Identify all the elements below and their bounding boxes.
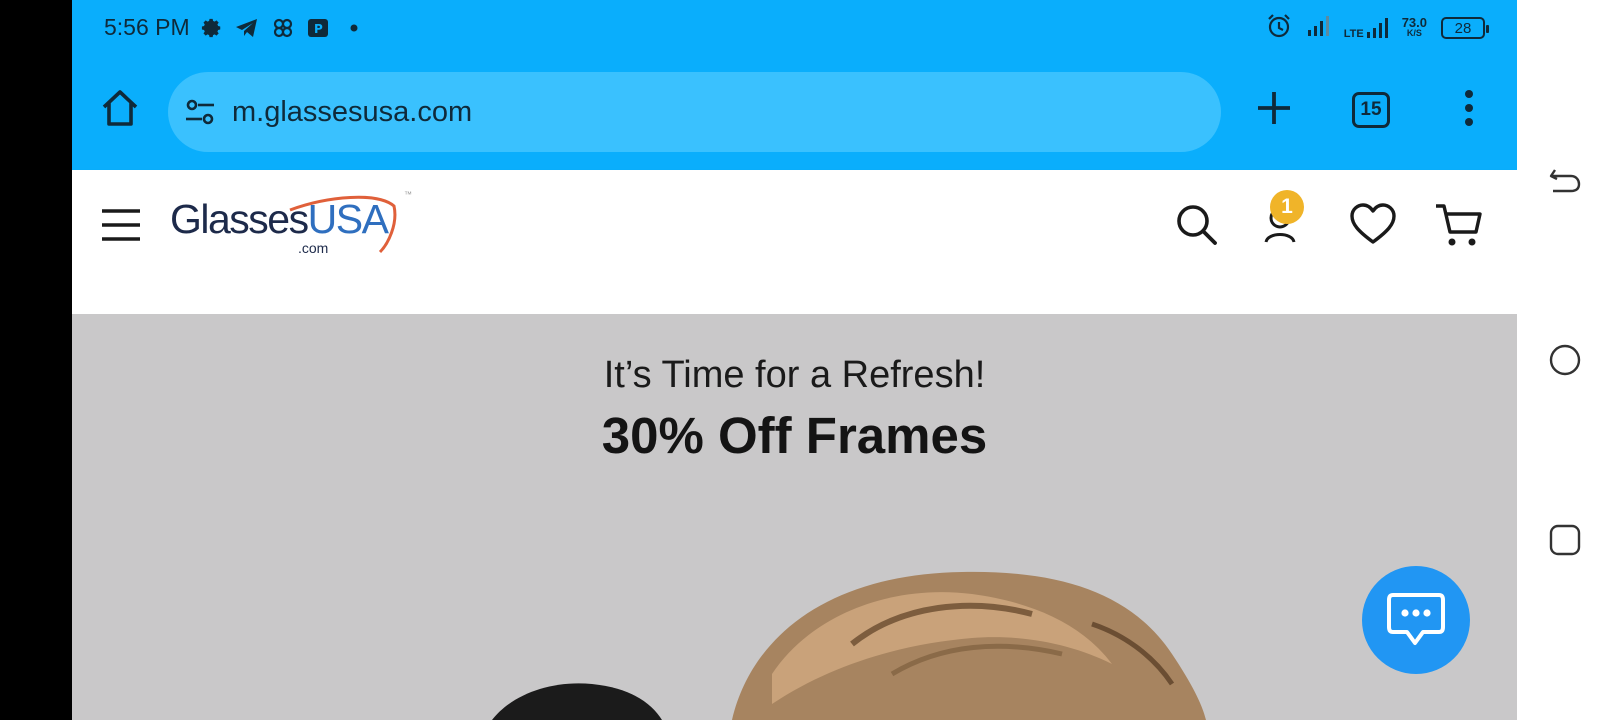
alarm-icon bbox=[1266, 13, 1292, 44]
recents-button[interactable] bbox=[1547, 522, 1583, 558]
site-settings-icon[interactable] bbox=[184, 96, 216, 128]
plus-icon bbox=[1258, 92, 1290, 124]
dot-icon bbox=[348, 15, 360, 41]
svg-text:P: P bbox=[314, 22, 323, 36]
status-time: 5:56 PM bbox=[104, 14, 190, 40]
screen-left-margin bbox=[0, 0, 72, 720]
speed-value: 73.0 bbox=[1401, 15, 1427, 30]
hero-title: 30% Off Frames bbox=[601, 407, 988, 464]
home-circle-icon bbox=[1549, 344, 1581, 376]
cart-icon bbox=[1436, 204, 1482, 246]
cart-button[interactable] bbox=[1434, 200, 1484, 250]
home-nav-button[interactable] bbox=[1547, 342, 1583, 378]
tab-count: 15 bbox=[1360, 99, 1382, 120]
recents-icon bbox=[1549, 524, 1581, 556]
badge-count: 1 bbox=[1281, 195, 1293, 218]
site-logo[interactable]: GlassesUSA .com ™ bbox=[170, 190, 416, 260]
battery-level: 28 bbox=[1454, 19, 1472, 37]
logo-glasses-text: Glasses bbox=[170, 196, 309, 242]
heart-icon bbox=[1350, 203, 1396, 244]
browser-menu-button[interactable] bbox=[1454, 86, 1484, 130]
logo-usa-text: USA bbox=[307, 196, 389, 242]
logo-wordmark: GlassesUSA bbox=[170, 196, 389, 243]
wishlist-button[interactable] bbox=[1348, 200, 1398, 250]
signal-icon bbox=[1306, 14, 1330, 43]
browser-toolbar: m.glassesusa.com 15 bbox=[72, 58, 1517, 170]
app-icon: P bbox=[306, 15, 330, 41]
hero-model-image bbox=[492, 571, 1206, 720]
menu-button[interactable] bbox=[100, 208, 142, 242]
status-bar: 5:56 PM P LTE 73.0 K/S 28 bbox=[72, 0, 1517, 58]
more-vert-icon bbox=[1465, 90, 1473, 126]
chat-bubble-icon bbox=[1387, 593, 1445, 645]
menu-icon bbox=[102, 209, 140, 241]
telegram-icon bbox=[234, 15, 260, 41]
hero-banner[interactable]: It’s Time for a Refresh! 30% Off Frames bbox=[72, 314, 1517, 720]
search-button[interactable] bbox=[1172, 200, 1222, 250]
status-right-group: LTE 73.0 K/S 28 bbox=[1266, 12, 1489, 44]
network-type: LTE bbox=[1343, 28, 1364, 40]
back-icon bbox=[1549, 169, 1581, 193]
speed-unit: K/S bbox=[1406, 28, 1422, 38]
back-button[interactable] bbox=[1547, 162, 1583, 198]
logo-domain: .com bbox=[298, 240, 329, 256]
account-notification-badge: 1 bbox=[1270, 190, 1304, 224]
tab-switcher-button[interactable]: 15 bbox=[1352, 92, 1390, 128]
new-tab-button[interactable] bbox=[1252, 86, 1296, 130]
lte-signal-icon bbox=[1366, 18, 1388, 38]
settings-icon bbox=[200, 15, 224, 41]
system-navigation bbox=[1517, 0, 1612, 720]
home-icon bbox=[102, 90, 138, 126]
data-speed: 73.0 K/S bbox=[1401, 15, 1427, 39]
chat-button[interactable] bbox=[1362, 566, 1470, 674]
pinwheel-icon bbox=[270, 15, 296, 41]
home-button[interactable] bbox=[98, 86, 142, 130]
device-screen: 5:56 PM P LTE 73.0 K/S 28 m.glassesusa.c… bbox=[0, 0, 1612, 720]
browser-app: 5:56 PM P LTE 73.0 K/S 28 m.glassesusa.c… bbox=[72, 0, 1517, 720]
header-spacer bbox=[72, 282, 1517, 314]
logo-trademark: ™ bbox=[404, 190, 412, 199]
address-bar[interactable]: m.glassesusa.com bbox=[168, 72, 1221, 152]
site-header: GlassesUSA .com ™ 1 bbox=[72, 170, 1517, 282]
hero-subtitle: It’s Time for a Refresh! bbox=[603, 354, 986, 396]
search-icon bbox=[1177, 205, 1217, 245]
url-text[interactable]: m.glassesusa.com bbox=[232, 96, 472, 129]
battery-icon: 28 bbox=[1441, 17, 1489, 39]
lte-signal-group: LTE bbox=[1344, 16, 1388, 40]
